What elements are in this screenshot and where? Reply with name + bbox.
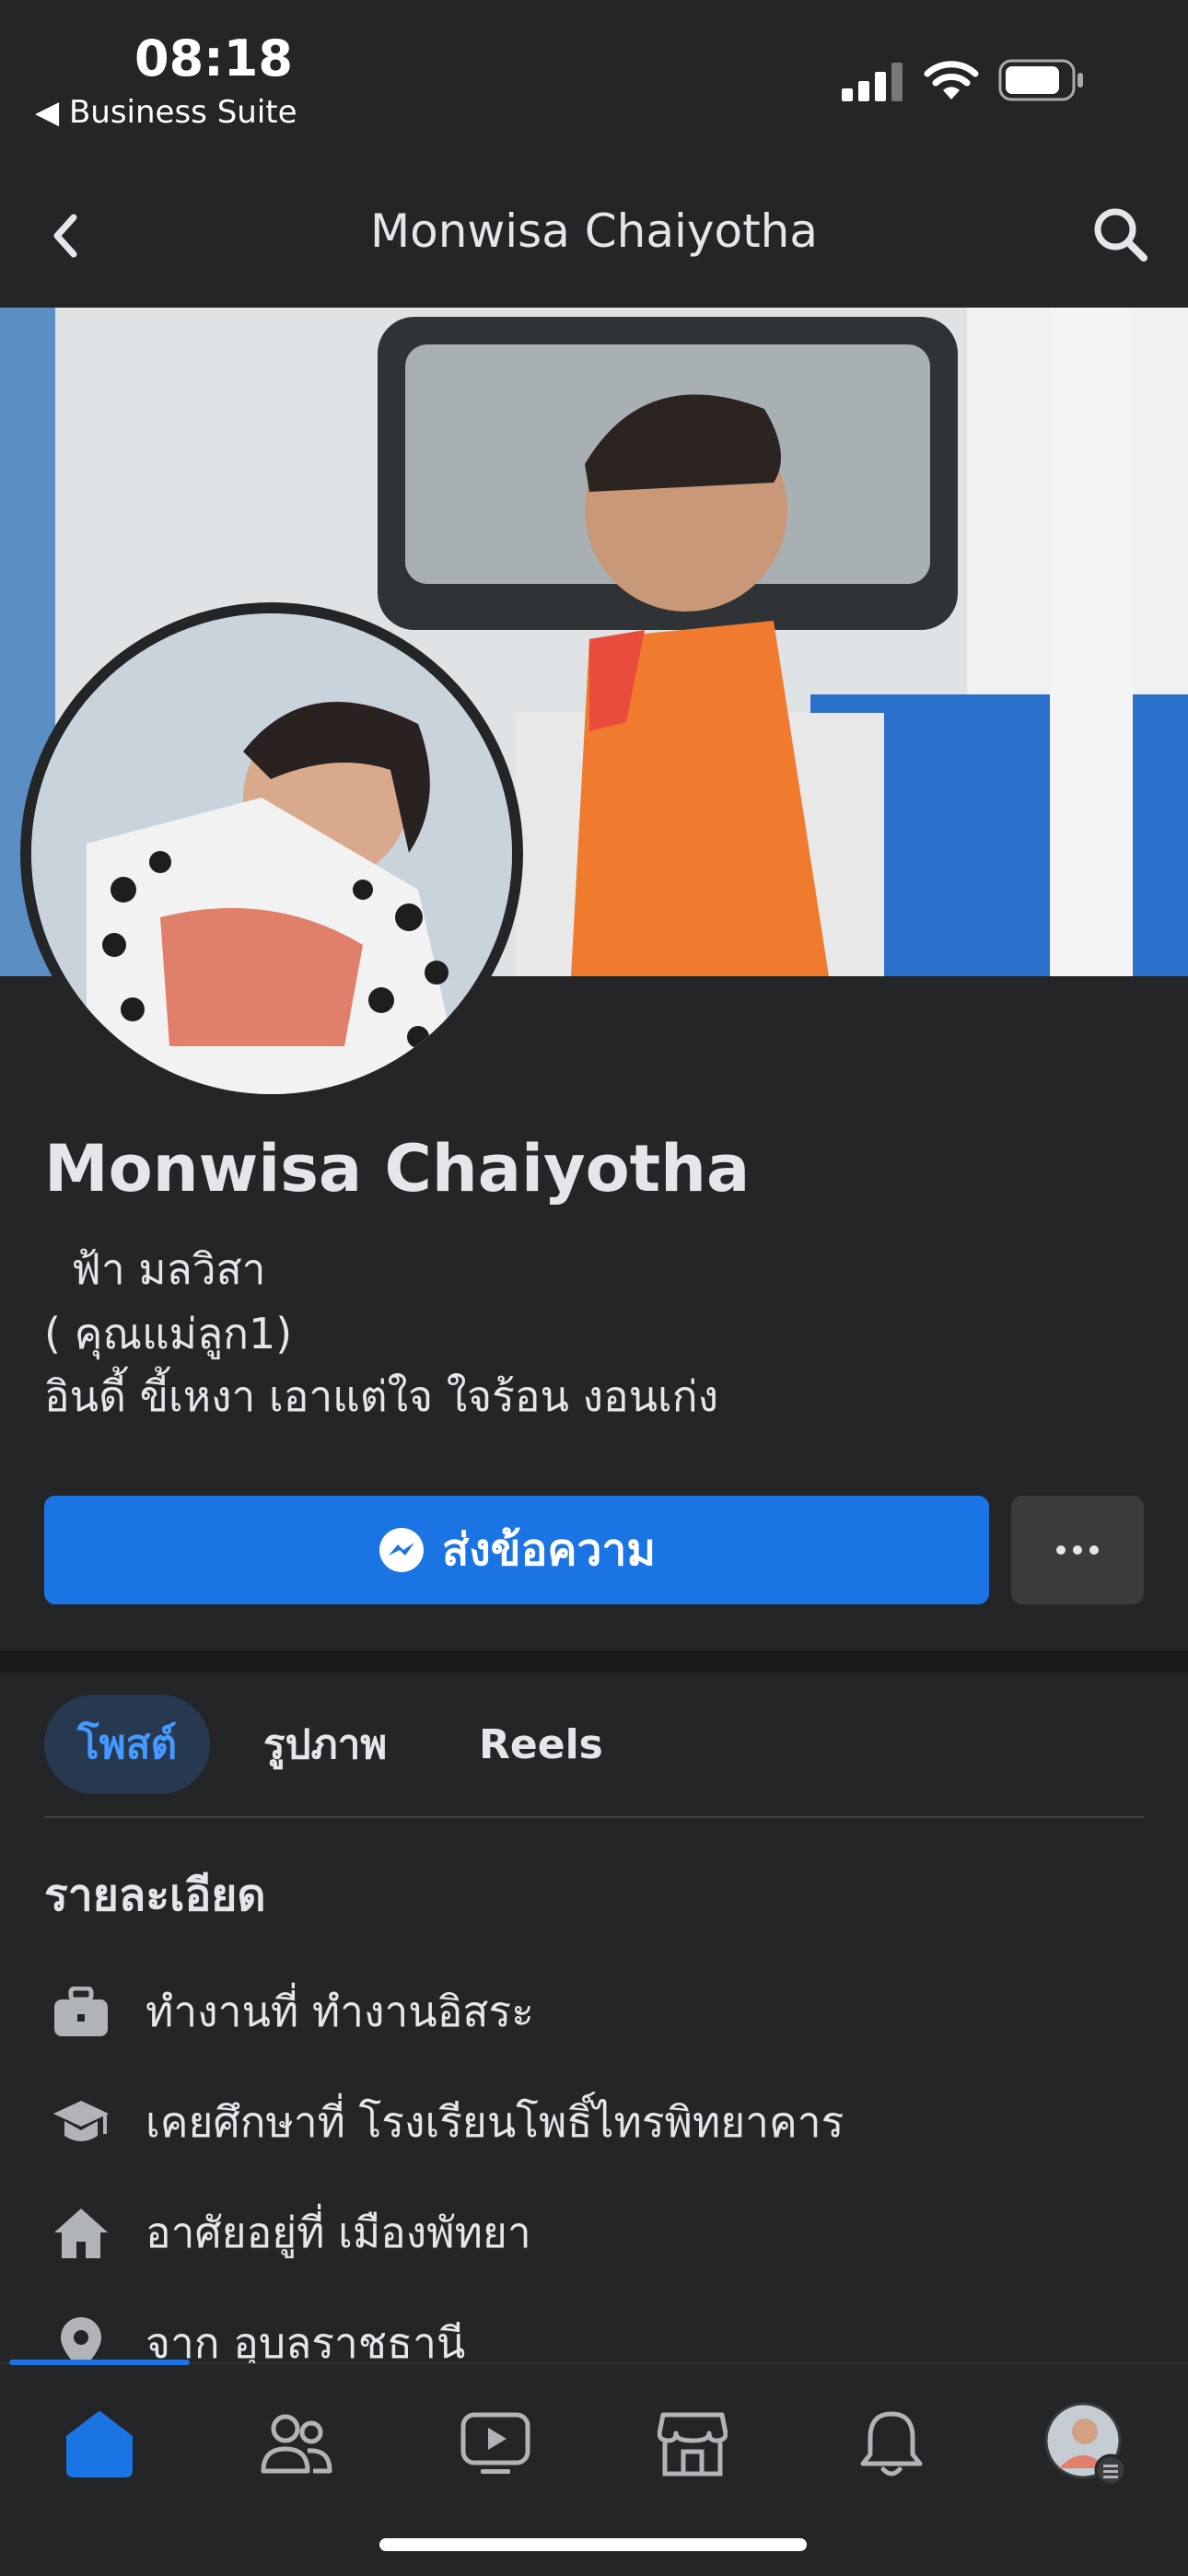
tabs-divider [44,1816,1144,1818]
home-icon[interactable] [53,2398,146,2490]
section-divider [0,1650,1188,1673]
send-message-label: ส่งข้อความ [441,1524,657,1576]
search-icon[interactable] [1090,204,1151,265]
more-dots-icon [1056,1545,1099,1555]
detail-education: เคยศึกษาที่ โรงเรียนโพธิ์ไทรพิทยาคาร [52,2089,844,2156]
more-options-button[interactable] [1011,1496,1144,1604]
detail-residence: อาศัยอยู่ที่ เมืองพัทยา [52,2199,531,2267]
video-icon[interactable] [449,2398,542,2490]
bio-line: ( คุณแม่ลูก1) [44,1309,293,1358]
bio-line: อินดี้ ขี้เหงา เอาแต่ใจ ใจร้อน งอนเก่ง [44,1371,719,1421]
detail-text: เคยศึกษาที่ โรงเรียนโพธิ์ไทรพิทยาคาร [146,2097,844,2147]
bell-icon[interactable] [845,2398,938,2490]
battery-icon [998,59,1083,101]
wifi-icon [924,61,979,99]
graduation-cap-icon [52,2093,111,2152]
details-heading: รายละเอียด [44,1870,266,1921]
bio-line: ฟ้า มลวิสา [44,1244,266,1294]
briefcase-icon [52,1983,111,2042]
profile-avatar[interactable] [1041,2398,1133,2490]
house-icon [52,2204,111,2263]
marketplace-icon[interactable] [646,2398,739,2490]
messenger-icon [379,1528,424,1572]
active-tab-indicator [9,2360,190,2365]
status-time: 08:18 [134,29,293,87]
cellular-signal-icon [842,63,903,101]
detail-text: อาศัยอยู่ที่ เมืองพัทยา [146,2208,531,2257]
page-title: Monwisa Chaiyotha [369,204,819,258]
friends-icon[interactable] [250,2398,343,2490]
detail-work: ทำงานที่ ทำงานอิสระ [52,1978,534,2046]
tab-photos[interactable]: รูปภาพ [263,1695,387,1794]
tab-reels[interactable]: Reels [479,1695,603,1794]
tab-posts[interactable]: โพสต์ [44,1695,210,1794]
profile-name: Monwisa Chaiyotha [44,1131,751,1206]
back-to-app-link[interactable]: ◀ Business Suite [35,94,297,131]
detail-text: ทำงานที่ ทำงานอิสระ [146,1987,534,2036]
send-message-button[interactable]: ส่งข้อความ [44,1496,989,1604]
home-indicator [379,2538,807,2551]
profile-picture[interactable] [31,613,512,1094]
